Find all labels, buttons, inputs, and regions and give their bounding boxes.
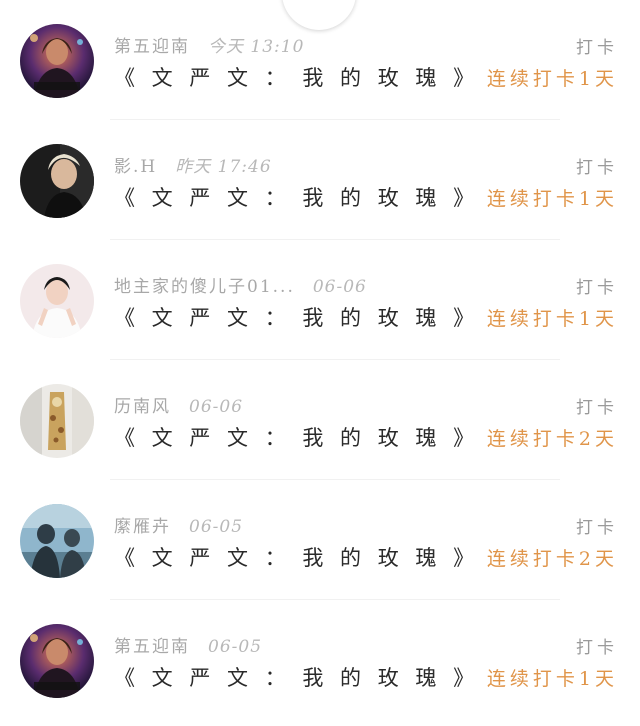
streak-badge: 连续打卡1天 bbox=[486, 188, 618, 210]
avatar-image bbox=[20, 24, 94, 98]
streak-badge: 连续打卡1天 bbox=[486, 668, 618, 690]
user-name[interactable]: 縻雁卉 bbox=[114, 517, 171, 537]
user-name[interactable]: 历南风 bbox=[114, 397, 171, 417]
user-name[interactable]: 第五迎南 bbox=[114, 37, 190, 57]
feed-item[interactable]: 历南风 06-06 《 文 严 文 ： 我 的 玫 瑰 》 打卡 连续打卡2天 bbox=[0, 360, 640, 480]
book-title[interactable]: 《 文 严 文 ： 我 的 玫 瑰 》 bbox=[114, 62, 479, 92]
avatar-image bbox=[20, 384, 94, 458]
post-time: 今天 13:10 bbox=[208, 37, 305, 57]
checkin-label: 打卡 bbox=[576, 158, 618, 178]
post-time: 06-06 bbox=[312, 277, 367, 297]
streak-badge: 连续打卡1天 bbox=[486, 308, 618, 330]
checkin-feed: 第五迎南 今天 13:10 《 文 严 文 ： 我 的 玫 瑰 》 打卡 连续打卡… bbox=[0, 0, 640, 720]
avatar-image bbox=[20, 144, 94, 218]
avatar-image bbox=[20, 504, 94, 578]
feed-item[interactable]: 地主家的傻儿子01... 06-06 《 文 严 文 ： 我 的 玫 瑰 》 打卡… bbox=[0, 240, 640, 360]
post-time: 06-05 bbox=[189, 517, 244, 537]
book-title[interactable]: 《 文 严 文 ： 我 的 玫 瑰 》 bbox=[114, 542, 479, 572]
checkin-label: 打卡 bbox=[576, 638, 618, 658]
feed-item[interactable]: 第五迎南 今天 13:10 《 文 严 文 ： 我 的 玫 瑰 》 打卡 连续打卡… bbox=[0, 0, 640, 120]
user-name[interactable]: 第五迎南 bbox=[114, 637, 190, 657]
post-time: 06-05 bbox=[208, 637, 263, 657]
checkin-label: 打卡 bbox=[576, 278, 618, 298]
feed-item[interactable]: 影.H 昨天 17:46 《 文 严 文 ： 我 的 玫 瑰 》 打卡 连续打卡1… bbox=[0, 120, 640, 240]
streak-badge: 连续打卡1天 bbox=[486, 68, 618, 90]
streak-badge: 连续打卡2天 bbox=[486, 428, 618, 450]
avatar[interactable] bbox=[20, 624, 94, 698]
checkin-label: 打卡 bbox=[576, 38, 618, 58]
book-title[interactable]: 《 文 严 文 ： 我 的 玫 瑰 》 bbox=[114, 662, 479, 692]
user-name[interactable]: 影.H bbox=[114, 157, 157, 177]
feed-item[interactable]: 縻雁卉 06-05 《 文 严 文 ： 我 的 玫 瑰 》 打卡 连续打卡2天 bbox=[0, 480, 640, 600]
avatar[interactable] bbox=[20, 384, 94, 458]
avatar-image bbox=[20, 264, 94, 338]
checkin-label: 打卡 bbox=[576, 398, 618, 418]
avatar[interactable] bbox=[20, 504, 94, 578]
post-time: 昨天 17:46 bbox=[175, 157, 272, 177]
book-title[interactable]: 《 文 严 文 ： 我 的 玫 瑰 》 bbox=[114, 182, 479, 212]
streak-badge: 连续打卡2天 bbox=[486, 548, 618, 570]
feed-item[interactable]: 第五迎南 06-05 《 文 严 文 ： 我 的 玫 瑰 》 打卡 连续打卡1天 bbox=[0, 600, 640, 720]
avatar-image bbox=[20, 624, 94, 698]
avatar[interactable] bbox=[20, 264, 94, 338]
avatar[interactable] bbox=[20, 24, 94, 98]
book-title[interactable]: 《 文 严 文 ： 我 的 玫 瑰 》 bbox=[114, 422, 479, 452]
book-title[interactable]: 《 文 严 文 ： 我 的 玫 瑰 》 bbox=[114, 302, 479, 332]
post-time: 06-06 bbox=[189, 397, 244, 417]
avatar[interactable] bbox=[20, 144, 94, 218]
user-name[interactable]: 地主家的傻儿子01... bbox=[114, 277, 295, 297]
checkin-label: 打卡 bbox=[576, 518, 618, 538]
